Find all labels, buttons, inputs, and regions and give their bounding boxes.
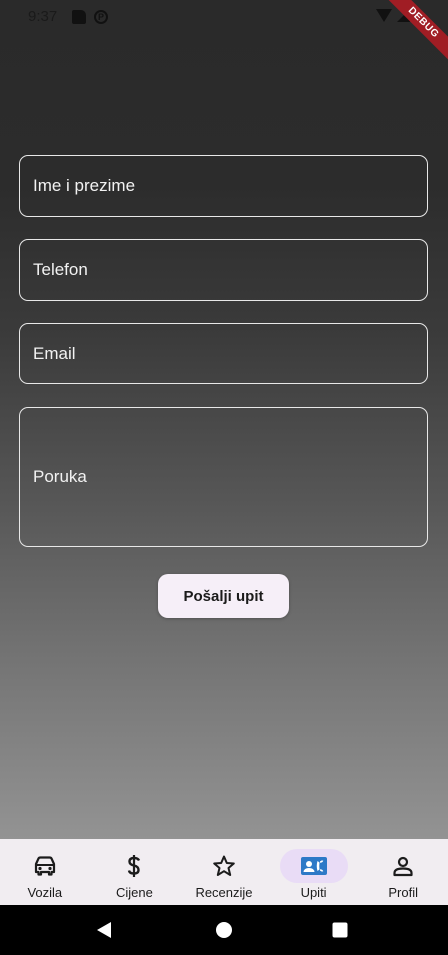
nav-item-profil[interactable]: Profil <box>358 839 448 905</box>
debug-banner: DEBUG <box>378 0 448 70</box>
sd-card-icon <box>72 10 86 24</box>
nav-item-cijene[interactable]: Cijene <box>90 839 180 905</box>
nav-label-vozila: Vozila <box>27 885 63 900</box>
nav-label-recenzije: Recenzije <box>195 885 253 900</box>
dollar-icon <box>100 849 168 883</box>
person-icon <box>369 849 437 883</box>
nav-item-upiti[interactable]: Upiti <box>269 839 359 905</box>
phone-field[interactable]: Telefon <box>19 239 428 301</box>
debug-banner-label: DEBUG <box>378 0 448 68</box>
email-field[interactable]: Email <box>19 323 428 384</box>
submit-button[interactable]: Pošalji upit <box>158 574 289 618</box>
contact-card-icon <box>279 849 348 883</box>
email-field-placeholder: Email <box>33 343 76 363</box>
system-navigation-bar <box>0 905 448 955</box>
nav-item-vozila[interactable]: Vozila <box>0 839 90 905</box>
back-icon[interactable] <box>97 922 111 938</box>
status-time: 9:37 <box>28 8 58 25</box>
p-icon: P <box>94 10 108 24</box>
name-field[interactable]: Ime i prezime <box>19 155 428 217</box>
app-screen: 9:37 P DEBUG Ime i prezime Telefon Email… <box>0 0 448 839</box>
star-icon <box>190 849 258 883</box>
name-field-placeholder: Ime i prezime <box>33 176 136 195</box>
message-field-placeholder: Poruka <box>33 467 87 486</box>
home-icon[interactable] <box>216 922 232 938</box>
nav-label-cijene: Cijene <box>115 885 153 900</box>
nav-label-profil: Profil <box>388 885 418 900</box>
car-icon <box>11 849 79 883</box>
nav-label-upiti: Upiti <box>300 885 327 900</box>
message-field[interactable]: Poruka <box>19 407 428 547</box>
phone-field-placeholder: Telefon <box>33 260 88 279</box>
recents-icon[interactable] <box>332 922 348 938</box>
bottom-navigation: Vozila Cijene Recenzije Upiti Profil <box>0 839 448 905</box>
nav-item-recenzije[interactable]: Recenzije <box>179 839 269 905</box>
